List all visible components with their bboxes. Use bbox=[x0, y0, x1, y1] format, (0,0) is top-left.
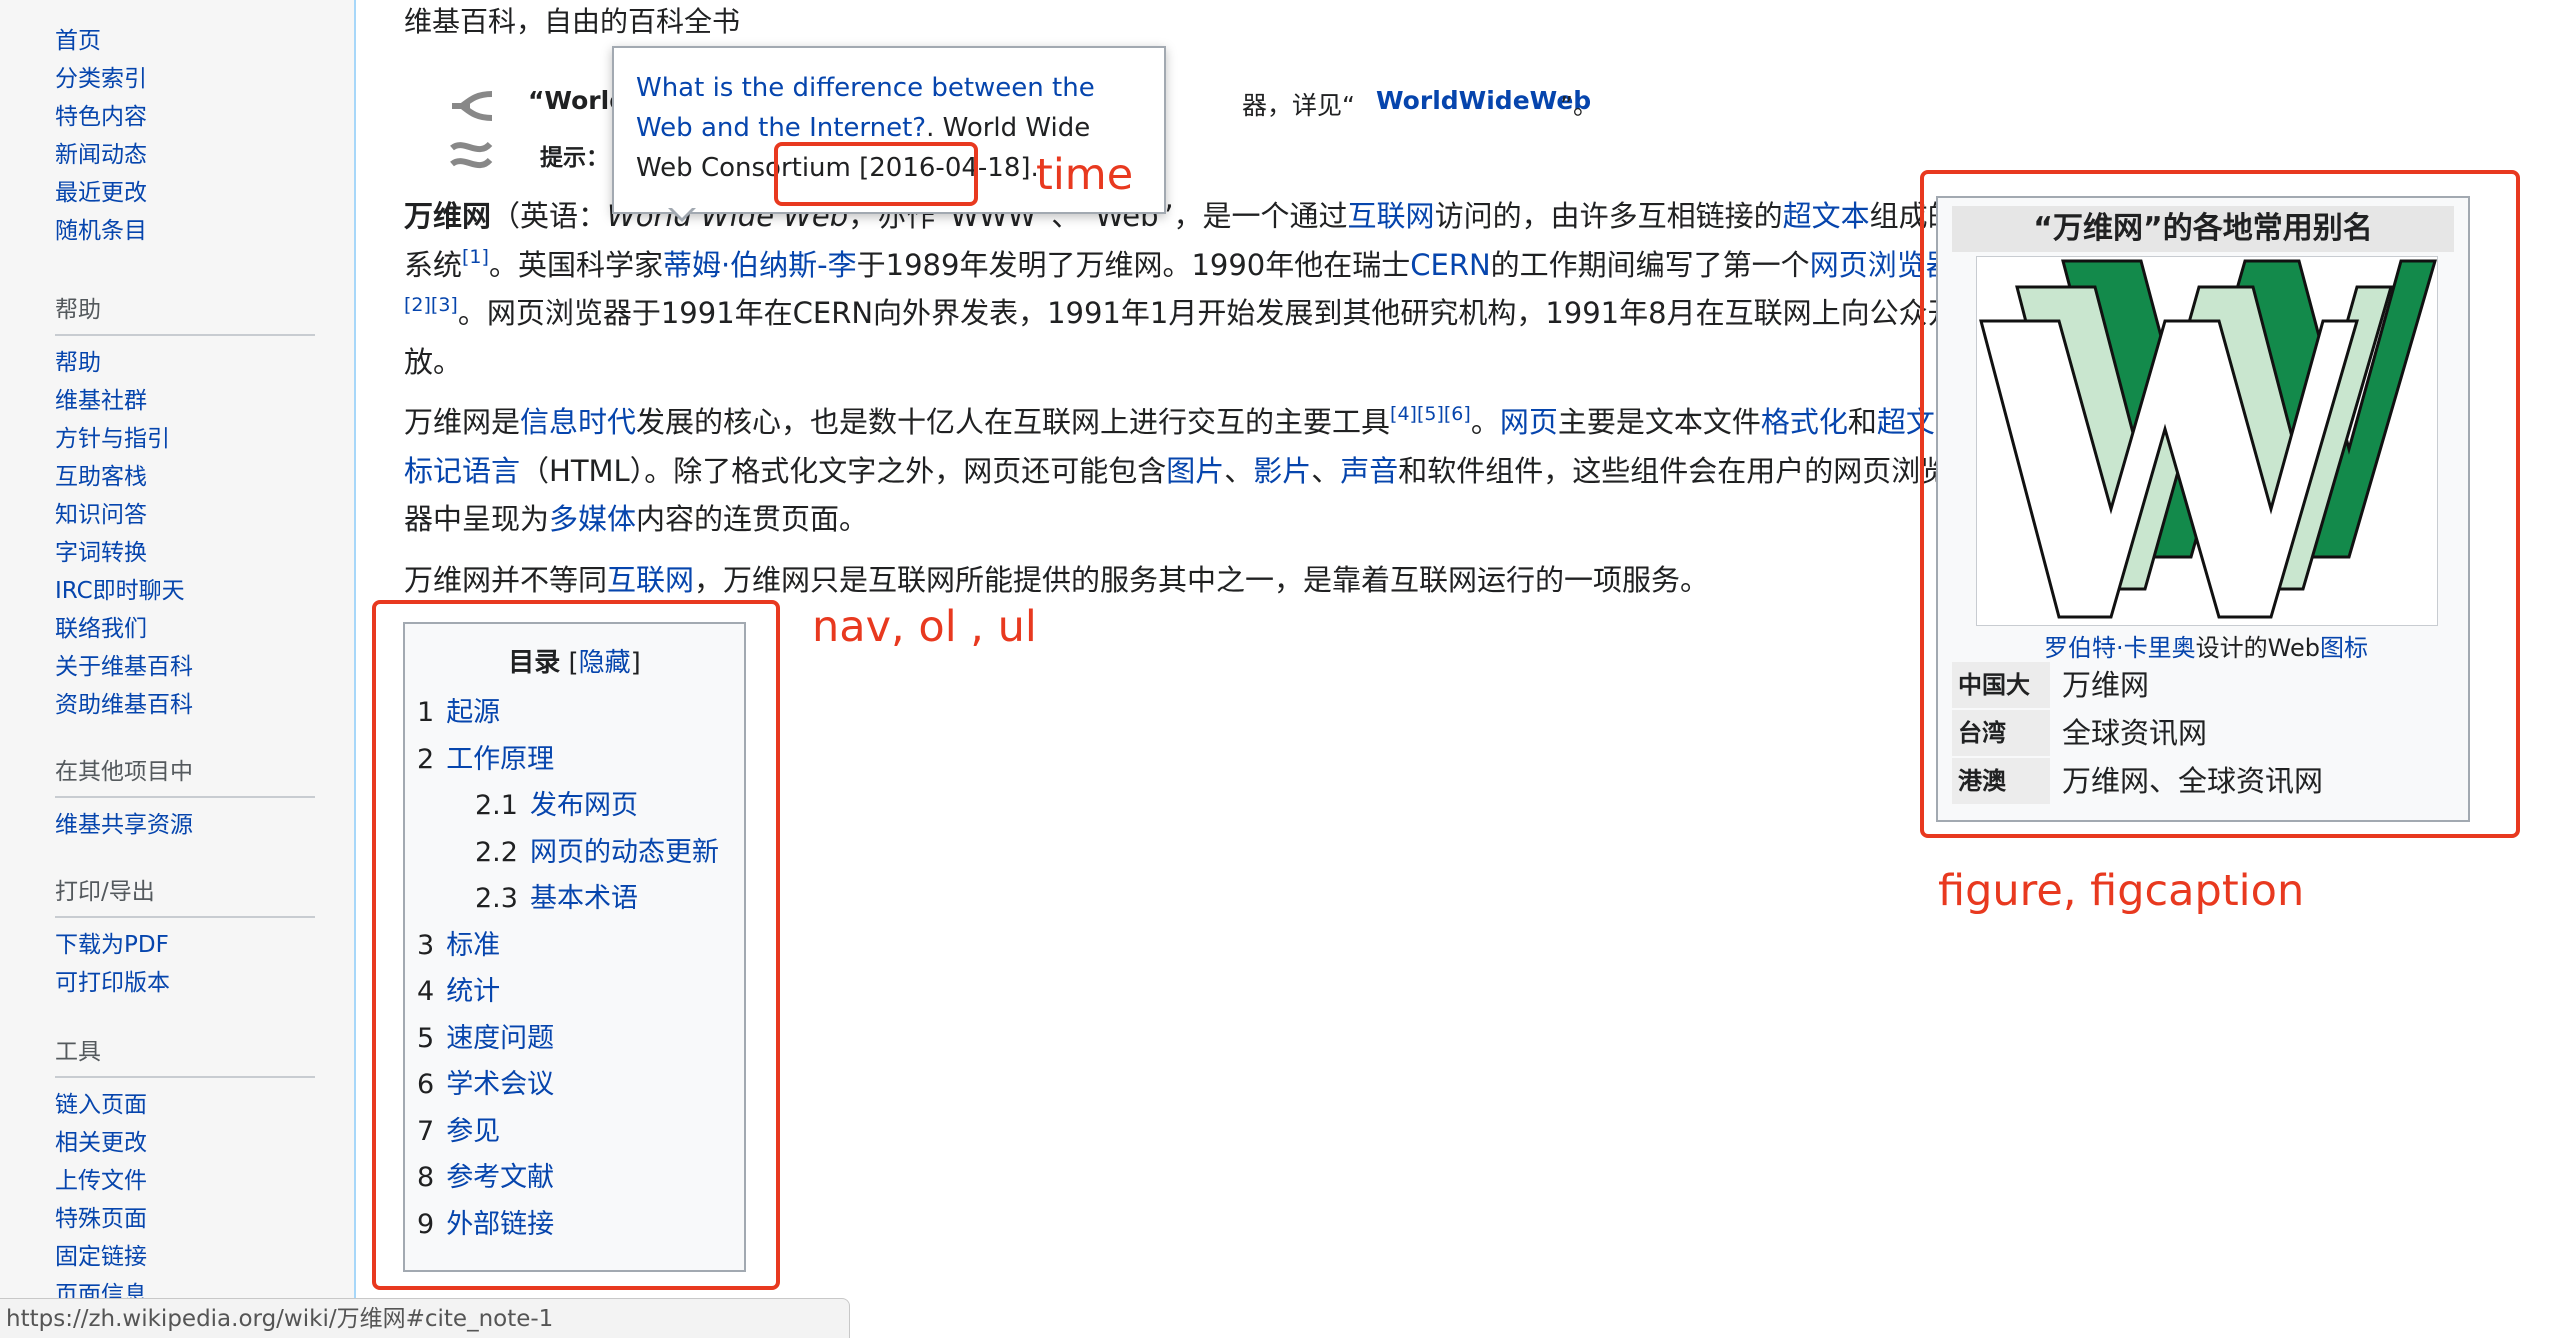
citation-6[interactable]: [6] bbox=[1444, 403, 1471, 425]
article-subject: 万维网 bbox=[404, 199, 492, 233]
sidebar-item-featured[interactable]: 特色内容 bbox=[55, 98, 315, 136]
sidebar-item-ref-desk[interactable]: 知识问答 bbox=[55, 496, 315, 534]
sidebar-item-commons[interactable]: 维基共享资源 bbox=[55, 806, 315, 844]
sidebar: 首页 分类索引 特色内容 新闻动态 最近更改 随机条目 帮助 帮助 维基社群 方… bbox=[0, 0, 356, 1338]
text: 万维网是 bbox=[404, 405, 521, 439]
text: 。 bbox=[1470, 405, 1500, 439]
sidebar-item-about[interactable]: 关于维基百科 bbox=[55, 648, 315, 686]
nav-main: 首页 分类索引 特色内容 新闻动态 最近更改 随机条目 bbox=[55, 22, 315, 250]
sidebar-item-community[interactable]: 维基社群 bbox=[55, 382, 315, 420]
sidebar-item-home[interactable]: 首页 bbox=[55, 22, 315, 60]
text: 和 bbox=[1847, 405, 1877, 439]
text: 内容的连贯页面。 bbox=[636, 502, 869, 536]
text: 的工作期间编写了第一个 bbox=[1490, 247, 1810, 282]
annotation-label-time: time bbox=[1036, 150, 1134, 200]
text: （英语： bbox=[491, 199, 608, 233]
sidebar-item-contact[interactable]: 联络我们 bbox=[55, 610, 315, 648]
annotation-label-figure: figure, figcaption bbox=[1938, 866, 2305, 916]
link-internet[interactable]: 互联网 bbox=[1348, 199, 1435, 233]
nav-tools: 工具 链入页面 相关更改 上传文件 特殊页面 固定链接 页面信息 bbox=[55, 1032, 315, 1314]
link-tim-berners-lee[interactable]: 蒂姆·伯纳斯-李 bbox=[663, 248, 857, 282]
sidebar-item-village-pump[interactable]: 互助客栈 bbox=[55, 458, 315, 496]
citation-1[interactable]: [1] bbox=[462, 246, 489, 268]
text: 、 bbox=[1224, 453, 1254, 488]
sidebar-item-random[interactable]: 随机条目 bbox=[55, 212, 315, 250]
hatnote-text-tail: 器，详见“ bbox=[1242, 91, 1355, 120]
annotation-box-figure bbox=[1920, 170, 2520, 838]
tooltip-arrow bbox=[668, 206, 696, 222]
sidebar-item-irc[interactable]: IRC即时聊天 bbox=[55, 572, 315, 610]
nav-print-heading: 打印/导出 bbox=[55, 872, 315, 918]
text: 于1989年发明了万维网。1990年他在瑞士 bbox=[856, 247, 1411, 282]
link-cern[interactable]: CERN bbox=[1410, 248, 1490, 282]
citation-4[interactable]: [4] bbox=[1390, 403, 1417, 425]
sidebar-item-conversion[interactable]: 字词转换 bbox=[55, 534, 315, 572]
text: ，万维网只是互联网所能提供的服务其中之一，是靠着互联网运行的一项服务。 bbox=[694, 563, 1710, 597]
link-audio[interactable]: 声音 bbox=[1340, 454, 1398, 488]
sidebar-item-categories[interactable]: 分类索引 bbox=[55, 60, 315, 98]
sidebar-item-upload[interactable]: 上传文件 bbox=[55, 1162, 315, 1200]
hatnote-link-worldwideweb[interactable]: WorldWideWeb bbox=[1376, 86, 1591, 115]
annotation-box-nav bbox=[372, 600, 780, 1290]
hatnote-hint-label: 提示： bbox=[540, 145, 609, 171]
text: （HTML）。除了格式化文字之外，网页还可能包含 bbox=[520, 453, 1167, 488]
paragraph-intro: 万维网（英语：World Wide Web，亦作“WWW”、“Web”，是一个通… bbox=[404, 192, 1972, 386]
paragraph-distinction: 万维网并不等同互联网，万维网只是互联网所能提供的服务其中之一，是靠着互联网运行的… bbox=[404, 556, 1972, 605]
nav-tools-heading: 工具 bbox=[55, 1032, 315, 1078]
link-hypertext[interactable]: 超文本 bbox=[1783, 199, 1870, 233]
hint-icon bbox=[450, 141, 493, 169]
nav-other-projects: 在其他项目中 维基共享资源 bbox=[55, 752, 315, 844]
link-formatting[interactable]: 格式化 bbox=[1761, 405, 1848, 439]
sidebar-item-news[interactable]: 新闻动态 bbox=[55, 136, 315, 174]
citation-2[interactable]: [2] bbox=[404, 294, 431, 316]
link-multimedia[interactable]: 多媒体 bbox=[549, 502, 636, 536]
sidebar-item-what-links-here[interactable]: 链入页面 bbox=[55, 1086, 315, 1124]
citation-3[interactable]: [3] bbox=[431, 294, 458, 316]
sidebar-item-permalink[interactable]: 固定链接 bbox=[55, 1238, 315, 1276]
hatnote-text-end: ”。 bbox=[1560, 91, 1598, 120]
sidebar-item-special-pages[interactable]: 特殊页面 bbox=[55, 1200, 315, 1238]
sidebar-item-donate[interactable]: 资助维基百科 bbox=[55, 686, 315, 724]
text: 、 bbox=[1311, 453, 1341, 488]
link-image[interactable]: 图片 bbox=[1166, 454, 1224, 488]
text: 访问的，由许多互相链接的 bbox=[1434, 199, 1783, 233]
text: 发展的核心，也是数十亿人在互联网上进行交互的主要工具 bbox=[636, 405, 1391, 439]
sidebar-item-printable[interactable]: 可打印版本 bbox=[55, 964, 315, 1002]
annotation-label-nav: nav, ol , ul bbox=[812, 602, 1037, 652]
sidebar-item-policies[interactable]: 方针与指引 bbox=[55, 420, 315, 458]
text: 。英国科学家 bbox=[488, 247, 663, 282]
nav-help-heading: 帮助 bbox=[55, 290, 315, 336]
annotation-box-time bbox=[774, 142, 978, 206]
link-video[interactable]: 影片 bbox=[1253, 454, 1311, 488]
sidebar-item-recent-changes[interactable]: 最近更改 bbox=[55, 174, 315, 212]
sidebar-item-download-pdf[interactable]: 下载为PDF bbox=[55, 926, 315, 964]
link-webpage[interactable]: 网页 bbox=[1500, 405, 1558, 439]
disambiguation-icon bbox=[452, 91, 493, 121]
status-bar-url: https://zh.wikipedia.org/wiki/万维网#cite_n… bbox=[0, 1298, 850, 1338]
nav-help: 帮助 帮助 维基社群 方针与指引 互助客栈 知识问答 字词转换 IRC即时聊天 … bbox=[55, 290, 315, 724]
paragraph-core: 万维网是信息时代发展的核心，也是数十亿人在互联网上进行交互的主要工具[4][5]… bbox=[404, 398, 1972, 544]
text: 万维网并不等同 bbox=[404, 563, 608, 597]
nav-other-projects-heading: 在其他项目中 bbox=[55, 752, 315, 798]
text: 。网页浏览器于1991年在CERN向外界发表，1991年1月开始发展到其他研究机… bbox=[404, 296, 1957, 379]
link-internet-2[interactable]: 互联网 bbox=[607, 563, 694, 597]
link-information-age[interactable]: 信息时代 bbox=[520, 405, 636, 439]
nav-print: 打印/导出 下载为PDF 可打印版本 bbox=[55, 872, 315, 1002]
sidebar-item-help[interactable]: 帮助 bbox=[55, 344, 315, 382]
site-tagline: 维基百科，自由的百科全书 bbox=[404, 5, 741, 38]
citation-5[interactable]: [5] bbox=[1417, 403, 1444, 425]
text: 主要是文本文件 bbox=[1557, 405, 1761, 439]
sidebar-item-related-changes[interactable]: 相关更改 bbox=[55, 1124, 315, 1162]
